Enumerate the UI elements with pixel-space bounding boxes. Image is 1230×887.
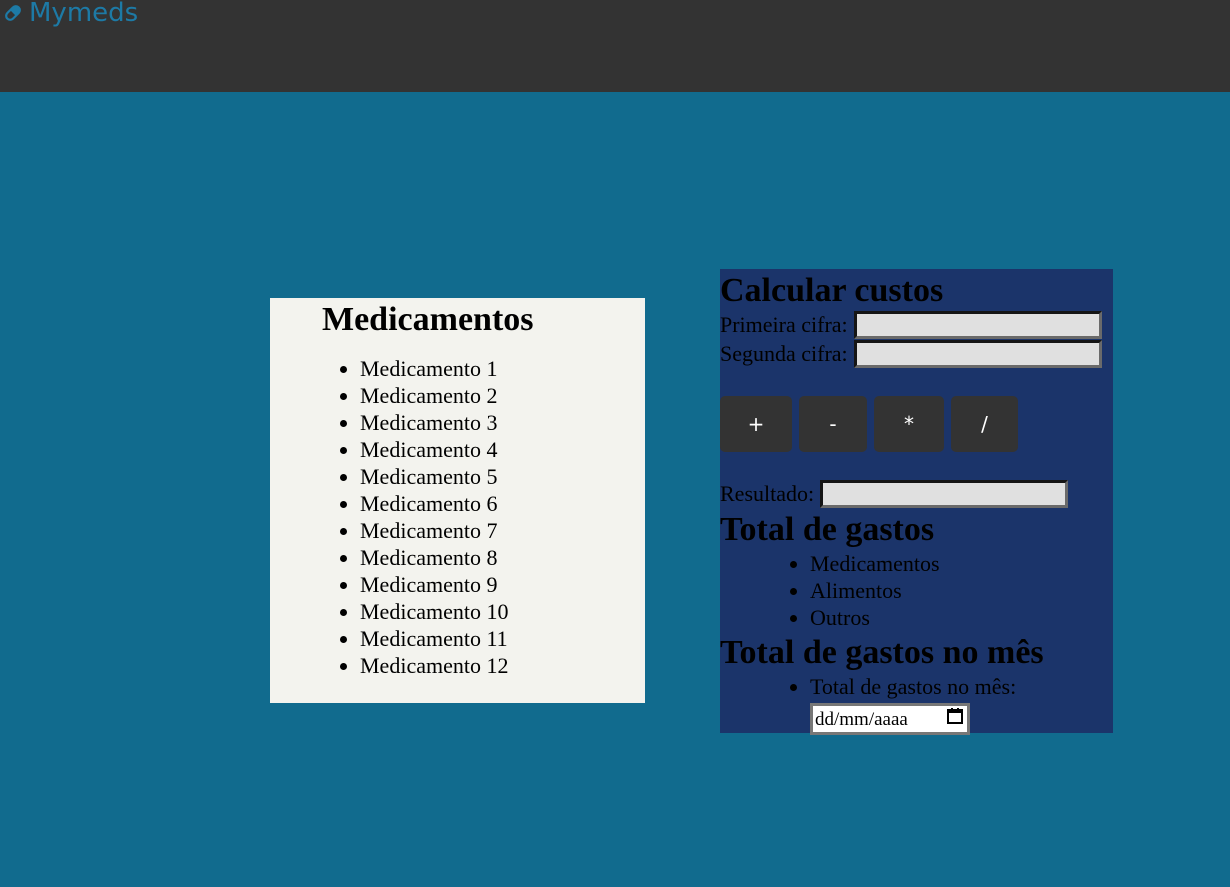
list-item: Medicamentos: [810, 550, 940, 577]
brand-name[interactable]: Mymeds: [29, 0, 138, 30]
medications-panel: Medicamentos Medicamento 1 Medicamento 2…: [270, 298, 645, 703]
medications-title: Medicamentos: [322, 301, 534, 338]
list-item: Medicamento 9: [360, 571, 508, 598]
list-item: Medicamento 12: [360, 652, 508, 679]
subtract-button[interactable]: -: [799, 396, 867, 452]
list-item: Medicamento 5: [360, 463, 508, 490]
calendar-icon[interactable]: [946, 706, 964, 733]
list-item: Medicamento 4: [360, 436, 508, 463]
list-item: Alimentos: [810, 577, 940, 604]
list-item: Medicamento 7: [360, 517, 508, 544]
multiply-button[interactable]: *: [874, 396, 944, 452]
add-button[interactable]: +: [720, 396, 792, 452]
first-value-input[interactable]: [853, 311, 1102, 339]
result-input[interactable]: [820, 480, 1069, 508]
list-item: Medicamento 8: [360, 544, 508, 571]
second-value-input[interactable]: [853, 340, 1102, 368]
second-value-label: Segunda cifra:: [720, 341, 848, 366]
first-value-label: Primeira cifra:: [720, 312, 848, 337]
list-item: Medicamento 6: [360, 490, 508, 517]
list-item: Total de gastos no mês: dd/mm/aaaa: [810, 673, 1016, 735]
medications-list: Medicamento 1 Medicamento 2 Medicamento …: [360, 355, 508, 679]
list-item: Medicamento 10: [360, 598, 508, 625]
list-item: Outros: [810, 604, 940, 631]
date-placeholder: dd/mm/aaaa: [815, 708, 908, 730]
divide-button[interactable]: /: [951, 396, 1018, 452]
calculator-title: Calcular custos: [720, 272, 944, 309]
expenses-title: Total de gastos: [720, 511, 935, 548]
monthly-expenses-label: Total de gastos no mês:: [810, 674, 1017, 699]
result-label: Resultado:: [720, 481, 815, 506]
pill-icon: [3, 3, 23, 23]
calculator-panel: Calcular custos Primeira cifra: Segunda …: [720, 269, 1113, 735]
result-row: Resultado:: [720, 480, 1069, 508]
first-value-row: Primeira cifra:: [720, 311, 1102, 339]
brand-link[interactable]: Mymeds: [3, 0, 138, 30]
month-date-input[interactable]: dd/mm/aaaa: [810, 703, 970, 735]
top-navbar: Mymeds: [0, 0, 1230, 92]
list-item: Medicamento 1: [360, 355, 508, 382]
list-item: Medicamento 3: [360, 409, 508, 436]
expenses-list: Medicamentos Alimentos Outros: [810, 550, 940, 631]
list-item: Medicamento 2: [360, 382, 508, 409]
monthly-expenses-title: Total de gastos no mês: [720, 634, 1044, 671]
list-item: Medicamento 11: [360, 625, 508, 652]
monthly-expenses-list: Total de gastos no mês: dd/mm/aaaa: [810, 673, 1016, 735]
second-value-row: Segunda cifra:: [720, 340, 1102, 368]
